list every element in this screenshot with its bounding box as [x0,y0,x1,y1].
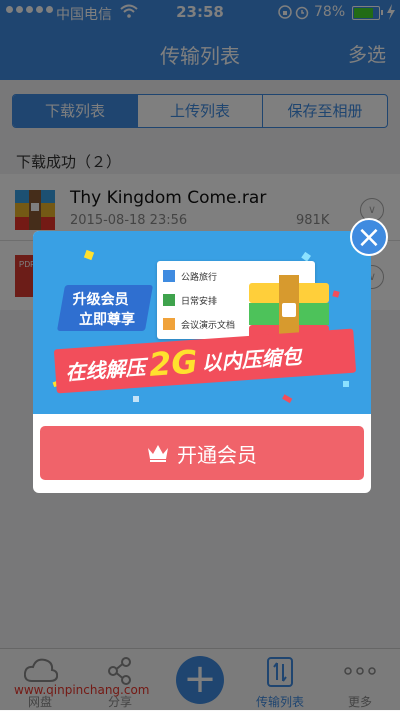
folder-icon [163,270,175,282]
headline-suffix: 以内压缩包 [200,343,303,375]
sample-file-row: 日常安排 [163,290,217,310]
headline-highlight: 2G [147,342,199,384]
upgrade-badge: 升级会员 立即尊享 [56,285,154,331]
open-membership-button[interactable]: 开通会员 [40,426,364,480]
close-icon: × [356,220,382,255]
crown-icon [148,445,168,462]
button-label: 开通会员 [177,442,257,467]
close-popup-button[interactable]: × [350,218,388,256]
sample-file-row: 会议演示文档 [163,314,235,334]
headline-prefix: 在线解压 [64,354,147,385]
badge-line: 升级会员 [72,292,129,308]
member-promo-popup: 公路旅行 日常安排 会议演示文档 升级会员 立即尊享 在线解压 2G 以内压缩包… [33,231,371,493]
promo-banner: 公路旅行 日常安排 会议演示文档 升级会员 立即尊享 在线解压 2G 以内压缩包 [33,231,371,414]
sample-file-row: 公路旅行 [163,266,217,286]
badge-line: 立即尊享 [79,312,136,328]
excel-icon [163,294,175,306]
presentation-icon [163,318,175,330]
